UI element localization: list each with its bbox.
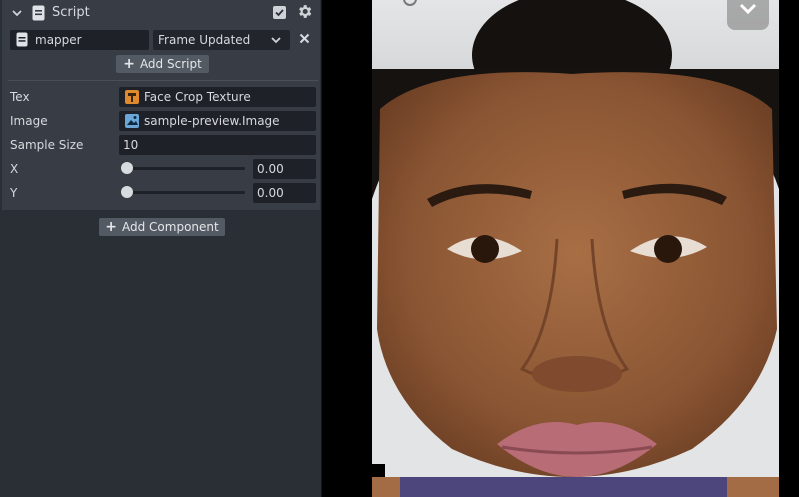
x-slider-track[interactable] (124, 167, 245, 170)
event-value: Frame Updated (158, 33, 251, 47)
gear-icon[interactable] (296, 3, 313, 20)
preview-menu-button[interactable] (727, 0, 769, 30)
plus-icon: + (123, 56, 135, 72)
add-component-button[interactable]: + Add Component (99, 218, 225, 236)
component-title: Script (52, 5, 90, 20)
hair-shape (472, 0, 672, 69)
neck-left (372, 477, 402, 497)
add-script-label: Add Script (139, 57, 202, 71)
tex-label: Tex (10, 90, 30, 104)
preview-corner-block (372, 464, 385, 477)
script-component: Script mapper Frame Updated + Add Script… (2, 0, 320, 210)
component-header[interactable]: Script (2, 0, 320, 26)
x-value: 0.00 (257, 162, 284, 176)
sample-size-field[interactable]: 10 (119, 135, 316, 155)
add-component-label: Add Component (122, 220, 219, 234)
event-dropdown[interactable]: Frame Updated (153, 30, 290, 50)
face-crop-image (372, 69, 779, 477)
script-file-icon (16, 32, 28, 47)
y-label: Y (10, 186, 18, 200)
y-slider-handle[interactable] (121, 186, 133, 198)
preview-top-strip (372, 0, 779, 69)
checkmark-icon (275, 9, 284, 17)
chevron-down-icon[interactable] (11, 7, 23, 19)
chevron-down-icon (739, 3, 757, 15)
script-asset-field[interactable]: mapper (10, 30, 149, 50)
close-icon[interactable] (299, 33, 310, 44)
script-file-icon (32, 5, 45, 21)
neck-right (727, 477, 779, 497)
y-value-field[interactable]: 0.00 (253, 183, 316, 203)
sample-size-label: Sample Size (10, 138, 84, 152)
image-field[interactable]: sample-preview.Image (119, 111, 316, 131)
y-slider-track[interactable] (124, 191, 245, 194)
image-label: Image (10, 114, 48, 128)
texture-icon (125, 90, 139, 104)
tex-value: Face Crop Texture (144, 90, 251, 104)
sample-size-value: 10 (123, 138, 139, 152)
x-slider-handle[interactable] (121, 162, 133, 174)
enabled-checkbox[interactable] (273, 6, 286, 19)
x-value-field[interactable]: 0.00 (253, 159, 316, 179)
script-name: mapper (35, 33, 82, 47)
shirt-area (400, 477, 730, 497)
tex-field[interactable]: Face Crop Texture (119, 87, 316, 107)
divider (8, 80, 318, 81)
plus-icon: + (105, 219, 117, 235)
y-value: 0.00 (257, 186, 284, 200)
inspector-panel: Script mapper Frame Updated + Add Script… (0, 0, 322, 497)
preview-viewport[interactable] (372, 0, 779, 497)
chevron-down-icon (271, 37, 281, 44)
image-icon (125, 114, 139, 128)
app-window: Script mapper Frame Updated + Add Script… (0, 0, 799, 497)
x-label: X (10, 162, 19, 176)
image-value: sample-preview.Image (144, 114, 280, 128)
script-row: mapper Frame Updated (2, 29, 320, 51)
add-script-button[interactable]: + Add Script (116, 55, 209, 73)
face-illustration (372, 69, 779, 477)
